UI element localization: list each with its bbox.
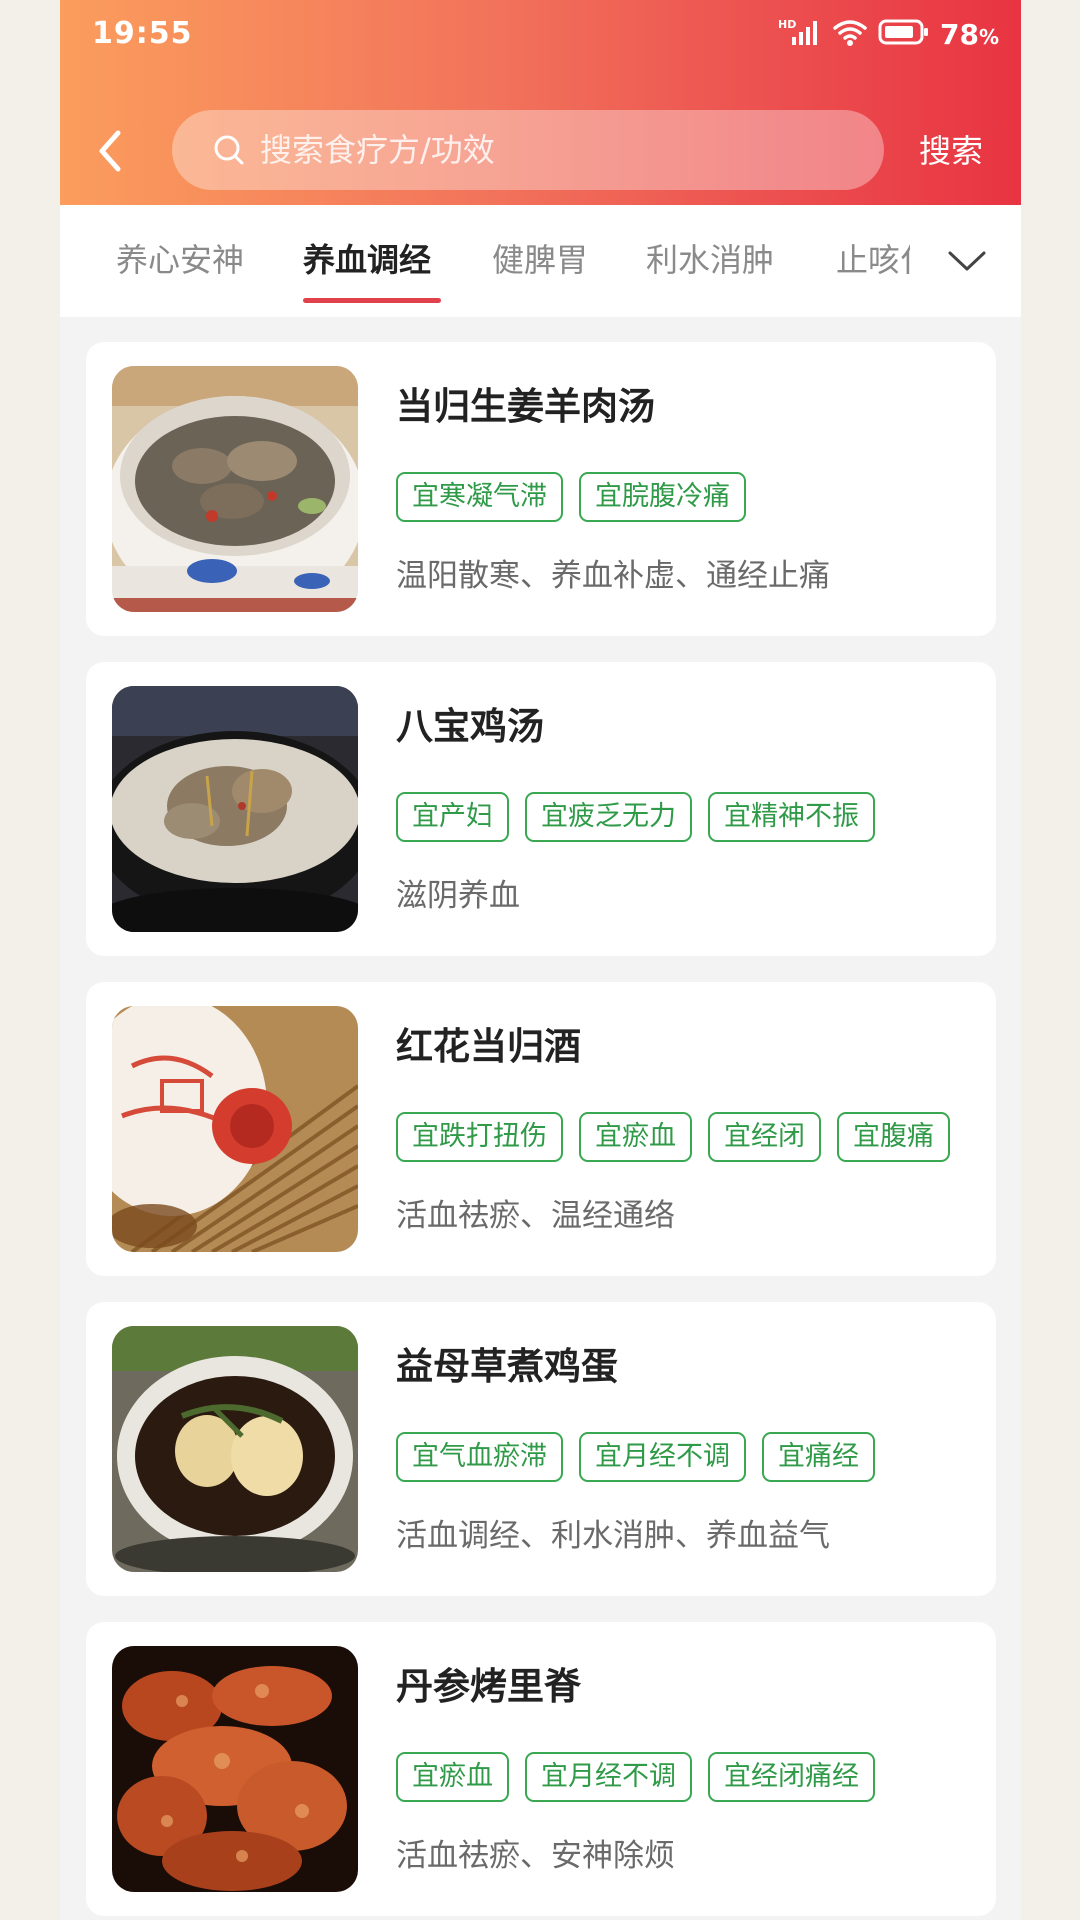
recipe-tag: 宜脘腹冷痛 (579, 472, 746, 522)
recipe-image-herbal-eggs (112, 1326, 358, 1572)
recipe-tag: 宜瘀血 (579, 1112, 692, 1162)
tab-lishui-xiaozhong[interactable]: 利水消肿 (646, 235, 774, 285)
chevron-left-icon (99, 130, 121, 172)
recipe-tag: 宜寒凝气滞 (396, 472, 563, 522)
recipe-image-lamb-soup (112, 366, 358, 612)
recipe-tags: 宜产妇 宜疲乏无力 宜精神不振 (396, 792, 875, 842)
recipe-tag: 宜疲乏无力 (525, 792, 692, 842)
recipe-description: 滋阴养血 (396, 878, 520, 914)
recipe-title: 红花当归酒 (396, 1025, 581, 1068)
tab-yangxin-anshen[interactable]: 养心安神 (116, 235, 244, 285)
battery-value: 78 (939, 17, 979, 51)
hd-signal-icon: HD (778, 17, 822, 51)
recipe-tag: 宜月经不调 (525, 1752, 692, 1802)
recipe-description: 活血调经、利水消肿、养血益气 (396, 1518, 830, 1554)
search-bar[interactable] (172, 110, 884, 190)
battery-unit: % (978, 24, 999, 49)
recipe-card[interactable]: 红花当归酒 宜跌打扭伤 宜瘀血 宜经闭 宜腹痛 活血祛瘀、温经通络 (86, 982, 996, 1276)
chevron-down-icon (948, 251, 986, 271)
recipe-tags: 宜跌打扭伤 宜瘀血 宜经闭 宜腹痛 (396, 1112, 950, 1162)
recipe-image-wine-jar (112, 1006, 358, 1252)
recipe-tag: 宜精神不振 (708, 792, 875, 842)
recipe-tag: 宜经闭痛经 (708, 1752, 875, 1802)
recipe-tag: 宜气血瘀滞 (396, 1432, 563, 1482)
recipe-card[interactable]: 益母草煮鸡蛋 宜气血瘀滞 宜月经不调 宜痛经 活血调经、利水消肿、养血益气 (86, 1302, 996, 1596)
category-tabs: 养心安神 养血调经 健脾胃 利水消肿 止咳化 (60, 205, 1021, 317)
recipe-title: 丹参烤里脊 (396, 1665, 581, 1708)
status-icons: HD 78% (778, 14, 999, 54)
recipe-title: 八宝鸡汤 (396, 705, 544, 748)
battery-percent: 78% (940, 18, 999, 51)
wifi-icon (832, 17, 868, 51)
hd-label: HD (778, 18, 796, 31)
recipe-title: 益母草煮鸡蛋 (396, 1345, 618, 1388)
recipe-tag: 宜瘀血 (396, 1752, 509, 1802)
tab-jianpiwei[interactable]: 健脾胃 (492, 235, 588, 285)
recipe-card[interactable]: 八宝鸡汤 宜产妇 宜疲乏无力 宜精神不振 滋阴养血 (86, 662, 996, 956)
recipe-tag: 宜腹痛 (837, 1112, 950, 1162)
recipe-tags: 宜气血瘀滞 宜月经不调 宜痛经 (396, 1432, 875, 1482)
recipe-tag: 宜跌打扭伤 (396, 1112, 563, 1162)
search-button[interactable]: 搜索 (919, 126, 983, 176)
recipe-tag: 宜产妇 (396, 792, 509, 842)
tab-yangxue-tiaojing[interactable]: 养血调经 (303, 235, 431, 285)
recipe-tag: 宜经闭 (708, 1112, 821, 1162)
recipe-description: 活血祛瘀、温经通络 (396, 1198, 675, 1234)
recipe-image-chicken-soup (112, 686, 358, 932)
recipe-card[interactable]: 当归生姜羊肉汤 宜寒凝气滞 宜脘腹冷痛 温阳散寒、养血补虚、通经止痛 (86, 342, 996, 636)
recipe-tags: 宜寒凝气滞 宜脘腹冷痛 (396, 472, 746, 522)
status-time: 19:55 (92, 16, 193, 51)
header-bar: 19:55 HD 78% 搜索食疗方/功效 搜索 (60, 0, 1021, 205)
active-tab-indicator (303, 298, 441, 303)
back-button[interactable] (88, 126, 132, 176)
recipe-tags: 宜瘀血 宜月经不调 宜经闭痛经 (396, 1752, 875, 1802)
recipe-description: 温阳散寒、养血补虚、通经止痛 (396, 558, 830, 594)
expand-tabs-button[interactable] (945, 241, 989, 281)
search-icon (214, 135, 244, 165)
app-screen: 19:55 HD 78% 搜索食疗方/功效 搜索 养心安神 养血调经 健脾胃 利… (60, 0, 1021, 1920)
recipe-tag: 宜痛经 (762, 1432, 875, 1482)
recipe-card[interactable]: 丹参烤里脊 宜瘀血 宜月经不调 宜经闭痛经 活血祛瘀、安神除烦 (86, 1622, 996, 1916)
battery-icon (878, 17, 930, 51)
recipe-tag: 宜月经不调 (579, 1432, 746, 1482)
search-input[interactable] (260, 131, 860, 169)
recipe-image-roasted-pork (112, 1646, 358, 1892)
recipe-title: 当归生姜羊肉汤 (396, 385, 655, 428)
recipe-description: 活血祛瘀、安神除烦 (396, 1838, 675, 1874)
